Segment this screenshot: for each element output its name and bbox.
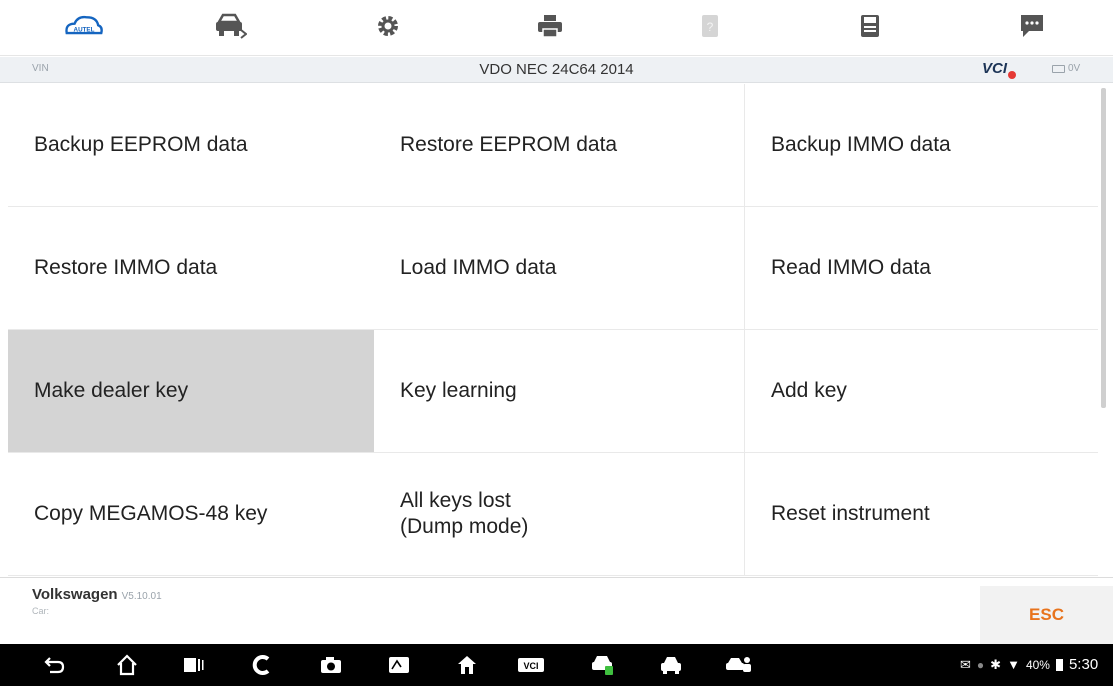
vehicle-info-bar: VIN VDO NEC 24C64 2014 VCI 0V (0, 57, 1113, 83)
menu-item-label: Restore IMMO data (34, 256, 218, 279)
vehicle-subinfo: Car: (32, 606, 50, 616)
menu-item-read-immo[interactable]: Read IMMO data (744, 207, 1098, 330)
android-nav-bar: VCI ✉ ● ✱ ▼ 40% 5:30 (0, 644, 1113, 686)
vehicle-make-label: Volkswagen (32, 586, 118, 603)
svg-text:AUTEL: AUTEL (74, 27, 95, 34)
battery-voltage-icon (1052, 64, 1065, 73)
function-menu-grid: Backup EEPROM data Restore EEPROM data B… (8, 84, 1098, 576)
save-icon[interactable] (848, 6, 892, 46)
vehicle-menu-icon[interactable] (656, 651, 686, 679)
menu-item-backup-eeprom[interactable]: Backup EEPROM data (8, 84, 374, 207)
page-title: VDO NEC 24C64 2014 (479, 61, 634, 78)
menu-item-restore-eeprom[interactable]: Restore EEPROM data (374, 84, 744, 207)
menu-item-all-keys-lost[interactable]: All keys lost (Dump mode) (374, 453, 744, 576)
home-shortcut-icon[interactable] (452, 651, 482, 679)
clock: 5:30 (1068, 656, 1099, 673)
menu-item-label: Read IMMO data (771, 256, 931, 279)
bluetooth-off-icon: ✱ (990, 656, 1002, 672)
top-toolbar: AUTEL ? (0, 0, 1113, 56)
menu-item-label: Reset instrument (771, 502, 930, 525)
menu-item-reset-instrument[interactable]: Reset instrument (744, 453, 1098, 576)
vci-manager-icon[interactable]: VCI (516, 651, 546, 679)
voltage-value: 0V (1068, 63, 1081, 74)
home-icon[interactable] (112, 651, 142, 679)
menu-item-label: Key learning (400, 379, 517, 402)
menu-item-key-learning[interactable]: Key learning (374, 330, 744, 453)
menu-item-label: Load IMMO data (400, 256, 557, 279)
battery-percent: 40% (1025, 657, 1050, 672)
car-connected-icon[interactable] (588, 651, 618, 679)
recent-apps-icon[interactable] (178, 651, 208, 679)
help-icon[interactable]: ? (688, 6, 732, 46)
menu-item-restore-immo[interactable]: Restore IMMO data (8, 207, 374, 330)
menu-item-label: Make dealer key (34, 379, 189, 402)
menu-item-label: All keys lost (Dump mode) (400, 489, 529, 538)
menu-item-label: Backup IMMO data (771, 133, 951, 156)
settings-gear-icon[interactable] (366, 6, 410, 46)
print-icon[interactable] (528, 6, 572, 46)
sync-icon: ● (976, 657, 985, 672)
back-icon[interactable] (40, 651, 70, 679)
vci-status: VCI (982, 60, 1008, 77)
status-area: ✉ ● ✱ ▼ 40% 5:30 (960, 656, 1098, 673)
vci-disconnected-indicator (1008, 71, 1016, 79)
menu-item-add-key[interactable]: Add key (744, 330, 1098, 453)
battery-icon (1055, 658, 1063, 671)
message-icon[interactable] (1010, 6, 1054, 46)
software-version: V5.10.01 (121, 591, 162, 602)
menu-item-label: Backup EEPROM data (34, 133, 248, 156)
menu-item-load-immo[interactable]: Load IMMO data (374, 207, 744, 330)
remote-support-icon[interactable] (724, 651, 754, 679)
esc-button[interactable]: ESC (980, 586, 1113, 644)
menu-item-label: Add key (771, 379, 847, 402)
autel-shortcut-icon[interactable] (246, 651, 276, 679)
wifi-icon: ▼ (1007, 657, 1020, 672)
menu-item-make-dealer-key[interactable]: Make dealer key (8, 330, 374, 453)
voltage-readout: 0V (1052, 63, 1080, 74)
vehicle-make: Volkswagen V5.10.01 (32, 586, 162, 603)
svg-text:?: ? (707, 20, 714, 34)
vehicle-swap-icon[interactable] (208, 6, 252, 46)
camera-icon[interactable] (316, 651, 346, 679)
autel-home-icon[interactable]: AUTEL (62, 6, 106, 46)
menu-item-backup-immo[interactable]: Backup IMMO data (744, 84, 1098, 207)
menu-scrollbar[interactable] (1101, 88, 1106, 408)
display-settings-icon[interactable] (384, 651, 414, 679)
footer-bar: Volkswagen V5.10.01 Car: ESC (0, 577, 1113, 644)
menu-item-label: Copy MEGAMOS-48 key (34, 502, 268, 525)
chat-notification-icon: ✉ (960, 656, 971, 672)
menu-item-copy-megamos[interactable]: Copy MEGAMOS-48 key (8, 453, 374, 576)
menu-item-label: Restore EEPROM data (400, 133, 618, 156)
svg-text:VCI: VCI (523, 661, 538, 671)
